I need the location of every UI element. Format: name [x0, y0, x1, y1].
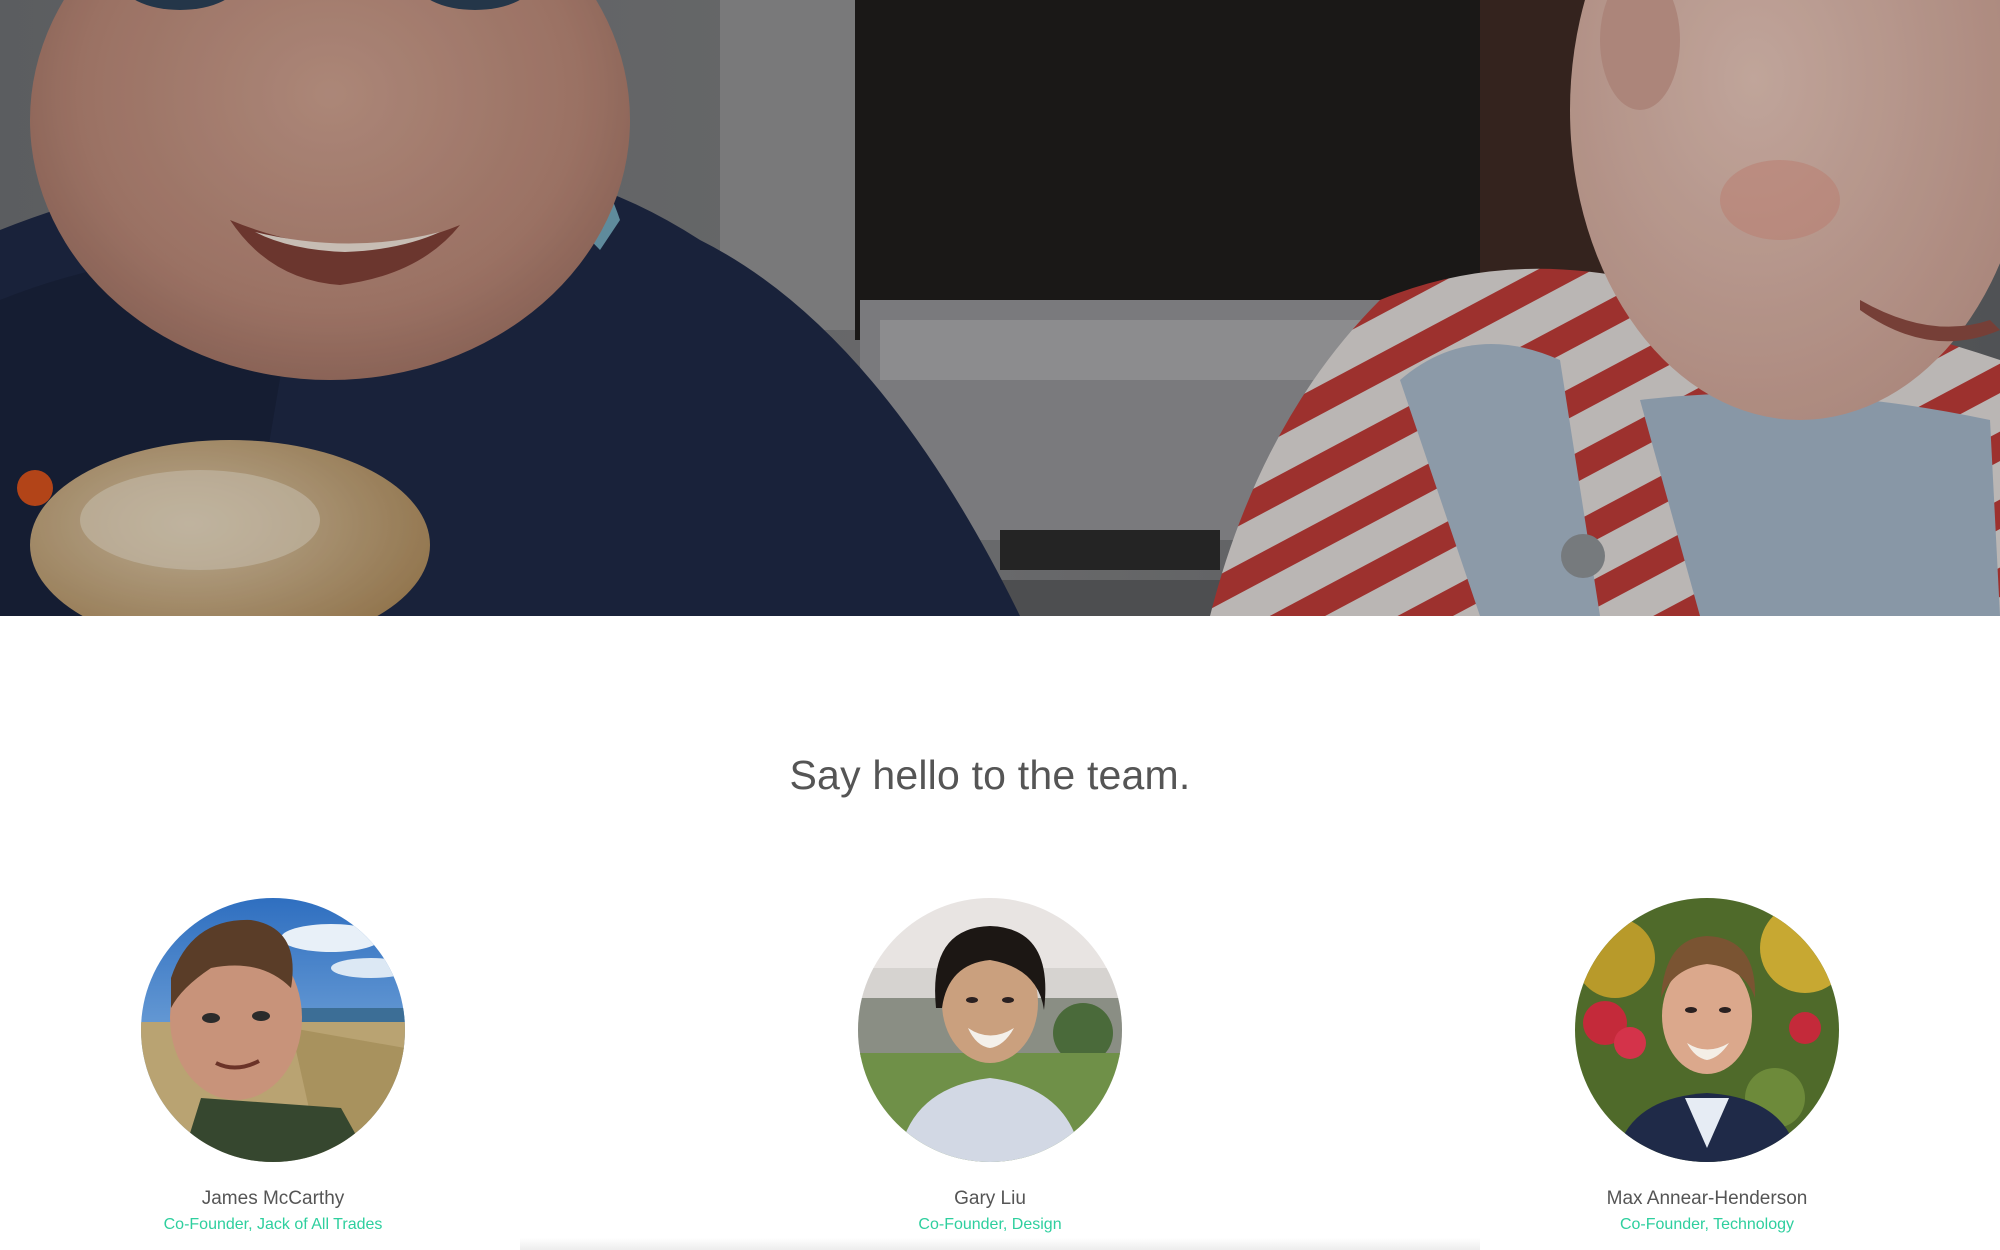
avatar-max	[1575, 898, 1839, 1162]
member-role: Co-Founder, Jack of All Trades	[163, 1216, 383, 1233]
member-name: Gary Liu	[954, 1188, 1026, 1209]
hero-photo	[0, 0, 2000, 616]
member-role: Co-Founder, Design	[918, 1216, 1062, 1233]
bottom-fade-divider	[520, 1238, 1480, 1250]
team-member-card: Gary Liu Co-Founder, Design	[780, 898, 1200, 1236]
member-name: James McCarthy	[201, 1188, 345, 1209]
avatar-gary	[858, 898, 1122, 1162]
about-page: Say hello to the team. James McCarthy Co…	[0, 0, 2000, 1250]
team-member-card: James McCarthy Co-Founder, Jack of All T…	[63, 898, 483, 1236]
member-role: Co-Founder, Technology	[1619, 1216, 1795, 1233]
team-member-card: Max Annear-Henderson Co-Founder, Technol…	[1497, 898, 1917, 1236]
avatar-james	[141, 898, 405, 1162]
team-heading: Say hello to the team.	[789, 752, 1191, 798]
member-name: Max Annear-Henderson	[1606, 1188, 1808, 1209]
